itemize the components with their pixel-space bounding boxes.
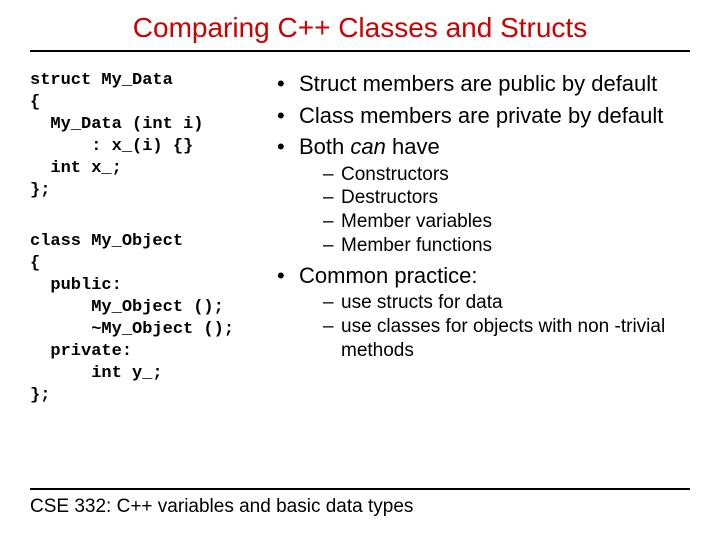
slide-title: Comparing C++ Classes and Structs (30, 12, 690, 52)
sub-bullet-item: Member variables (299, 210, 690, 234)
bullet-list: Struct members are public by default Cla… (275, 70, 690, 362)
sub-bullet-item: Member functions (299, 234, 690, 258)
slide-footer: CSE 332: C++ variables and basic data ty… (30, 488, 690, 518)
bullet-column: Struct members are public by default Cla… (275, 70, 690, 407)
bullet-text: Common practice: (299, 263, 478, 288)
sub-bullet-list: Constructors Destructors Member variable… (299, 163, 690, 258)
sub-bullet-list: use structs for data use classes for obj… (299, 291, 690, 362)
sub-bullet-item: use structs for data (299, 291, 690, 315)
code-struct: struct My_Data { My_Data (int i) : x_(i)… (30, 70, 265, 203)
sub-bullet-item: Constructors (299, 163, 690, 187)
bullet-item: Both can have Constructors Destructors M… (275, 133, 690, 258)
sub-bullet-item: Destructors (299, 186, 690, 210)
bullet-item: Struct members are public by default (275, 70, 690, 98)
code-column: struct My_Data { My_Data (int i) : x_(i)… (30, 70, 265, 407)
bullet-text: have (386, 134, 440, 159)
bullet-item: Common practice: use structs for data us… (275, 262, 690, 363)
bullet-text: Both (299, 134, 350, 159)
bullet-emph: can (350, 134, 385, 159)
bullet-item: Class members are private by default (275, 102, 690, 130)
code-class: class My_Object { public: My_Object (); … (30, 231, 265, 408)
slide-content: struct My_Data { My_Data (int i) : x_(i)… (30, 70, 690, 407)
sub-bullet-item: use classes for objects with non -trivia… (299, 315, 690, 363)
